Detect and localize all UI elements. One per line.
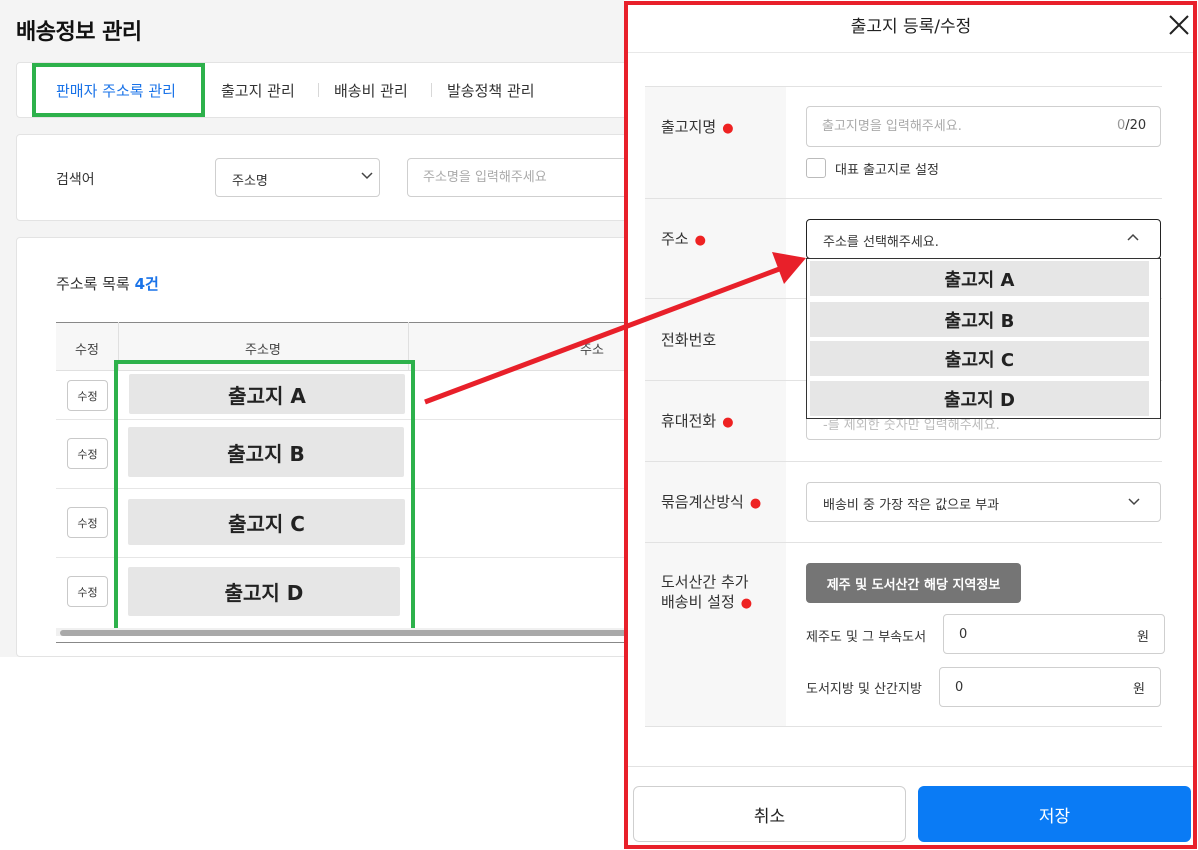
form-row-divider (645, 86, 1162, 87)
form-row-divider (645, 542, 1162, 543)
tab-divider (431, 83, 432, 97)
modal-footer-divider (628, 766, 1194, 767)
required-dot-icon: ● (722, 415, 734, 430)
search-label: 검색어 (56, 172, 95, 188)
required-dot-icon: ● (694, 233, 706, 248)
jeju-fee-input[interactable] (943, 614, 1165, 654)
tab-shipping-fee[interactable]: 배송비 관리 (334, 80, 408, 101)
address-select-placeholder: 주소를 선택해주세요. (823, 235, 939, 250)
bundle-calc-value: 배송비 중 가장 작은 값으로 부과 (823, 498, 1000, 513)
scrollbar-thumb[interactable] (60, 630, 636, 636)
edit-button[interactable]: 수정 (67, 507, 108, 538)
required-dot-icon: ● (722, 121, 734, 136)
mobile-label: 휴대전화 ● (661, 411, 734, 433)
page-title: 배송정보 관리 (16, 20, 142, 45)
representative-checkbox-label: 대표 출고지로 설정 (835, 163, 939, 178)
column-header-address: 주소 (580, 343, 604, 358)
region-info-button[interactable]: 제주 및 도서산간 해당 지역정보 (806, 563, 1021, 603)
required-dot-icon: ● (749, 496, 762, 511)
close-icon[interactable] (1168, 14, 1190, 36)
search-input[interactable] (407, 158, 647, 197)
save-button[interactable]: 저장 (918, 786, 1191, 842)
active-tab-highlight (32, 63, 205, 117)
list-count: 4건 (135, 275, 159, 293)
list-title-text: 주소록 목록 (56, 275, 130, 293)
list-title: 주소록 목록 4건 (56, 273, 159, 294)
other-fee-input[interactable] (939, 667, 1161, 707)
char-counter: 0/20 (1117, 118, 1146, 133)
address-option[interactable]: 출고지 A (810, 261, 1149, 296)
tab-divider (318, 83, 319, 97)
mobile-label-text: 휴대전화 (661, 412, 717, 430)
cancel-button[interactable]: 취소 (633, 786, 906, 842)
jeju-fee-value: 0 (959, 627, 968, 642)
column-header-name: 주소명 (245, 343, 281, 358)
edit-button[interactable]: 수정 (67, 576, 108, 607)
chevron-down-icon (361, 172, 373, 180)
address-option[interactable]: 출고지 B (810, 302, 1149, 337)
address-option[interactable]: 출고지 C (810, 341, 1149, 376)
table-bottom-line (56, 642, 640, 643)
other-fee-unit: 원 (1133, 682, 1145, 697)
address-label-text: 주소 (661, 230, 689, 248)
island-fee-label-line2: 배송비 설정 ● (661, 592, 752, 614)
address-label: 주소 ● (661, 229, 706, 251)
search-field-value: 주소명 (232, 174, 268, 189)
column-header-edit: 수정 (75, 343, 99, 358)
representative-checkbox[interactable] (806, 158, 826, 178)
edit-button[interactable]: 수정 (67, 438, 108, 469)
list-count-value: 4건 (134, 275, 159, 293)
island-fee-label-text: 배송비 설정 (661, 593, 735, 611)
origin-name-label: 출고지명 ● (661, 117, 734, 139)
island-fee-label: 도서산간 추가 (661, 573, 749, 591)
form-row-divider (645, 461, 1162, 462)
required-dot-icon: ● (740, 596, 753, 611)
modal-title: 출고지 등록/수정 (850, 17, 972, 37)
jeju-fee-unit: 원 (1137, 630, 1149, 645)
edit-button[interactable]: 수정 (67, 380, 108, 411)
jeju-fee-label: 제주도 및 그 부속도서 (806, 630, 927, 645)
chevron-down-icon (1128, 498, 1140, 506)
other-fee-label: 도서지방 및 산간지방 (806, 682, 922, 697)
form-row-divider (645, 726, 1162, 727)
chevron-up-icon (1127, 233, 1139, 241)
bundle-calc-label-text: 묶음계산방식 (661, 493, 744, 511)
origin-name-input[interactable] (807, 107, 1107, 146)
other-fee-value: 0 (955, 680, 964, 695)
char-counter-max: /20 (1125, 118, 1147, 133)
bundle-calc-label: 묶음계산방식 ● (661, 492, 761, 514)
phone-label: 전화번호 (661, 331, 717, 349)
form-row-divider (645, 198, 1162, 199)
tab-dispatch-policy[interactable]: 발송정책 관리 (447, 80, 535, 101)
modal-header-divider (628, 52, 1194, 53)
address-option[interactable]: 출고지 D (810, 381, 1149, 416)
tab-shipping-origin[interactable]: 출고지 관리 (221, 80, 295, 101)
origin-name-label-text: 출고지명 (661, 118, 717, 136)
form-label-column (645, 86, 786, 726)
names-highlight-box (114, 360, 415, 633)
